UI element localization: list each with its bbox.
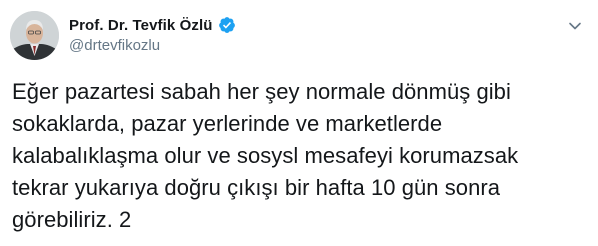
tweet-text: Eğer pazartesi sabah her şey normale dön… <box>12 79 519 232</box>
chevron-down-icon[interactable] <box>566 17 584 35</box>
verified-badge-icon <box>218 16 236 34</box>
author-handle[interactable]: @drtevfikozlu <box>69 37 160 54</box>
author-name[interactable]: Prof. Dr. Tevfik Özlü <box>69 17 213 34</box>
author-row: Prof. Dr. Tevfik Özlü <box>69 16 236 34</box>
tweet-card: Prof. Dr. Tevfik Özlü @drtevfikozlu Eğer… <box>0 0 598 246</box>
avatar[interactable] <box>10 11 59 60</box>
avatar-image <box>10 11 59 60</box>
